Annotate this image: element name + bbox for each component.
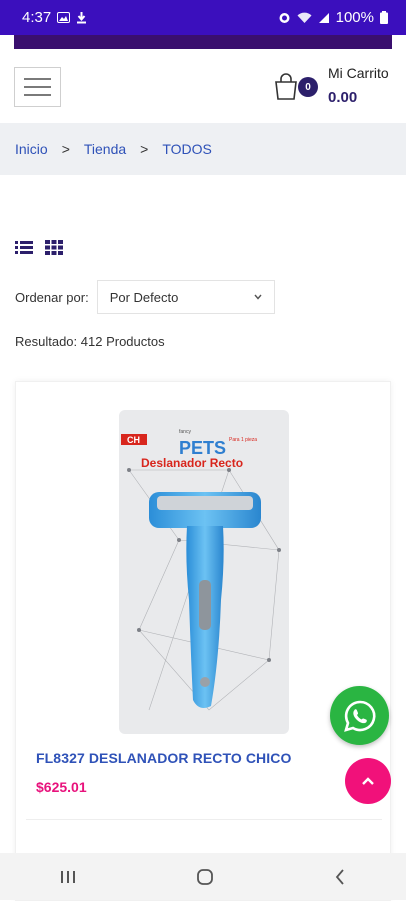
chevron-down-icon [254,294,262,300]
wifi-icon [297,12,312,23]
sort-select-value: Por Defecto [109,289,179,305]
hamburger-line [24,94,51,96]
whatsapp-icon [343,700,375,732]
breadcrumb: Inicio > Tienda > TODOS [0,123,406,175]
cart-label[interactable]: Mi Carrito [328,65,389,81]
package-badge: CH [127,435,140,445]
list-view-icon[interactable] [15,240,33,255]
cart-button[interactable]: 0 [272,69,322,109]
sort-select[interactable]: Por Defecto [96,280,275,314]
hamburger-icon [24,78,51,80]
download-notification-icon [77,12,87,24]
card-divider [26,819,382,820]
product-name[interactable]: FL8327 DESLANADOR RECTO CHICO [36,750,291,766]
breadcrumb-separator: > [61,141,70,157]
status-time: 4:37 [22,9,52,26]
view-toggle-group [15,240,63,255]
battery-icon [380,11,388,24]
grid-view-icon[interactable] [45,240,63,255]
alarm-icon [279,13,290,23]
sort-row: Ordenar por: Por Defecto [15,280,275,314]
breadcrumb-home[interactable]: Inicio [15,141,48,157]
breadcrumb-store[interactable]: Tienda [84,141,126,157]
package-title: Deslanador Recto [141,456,243,470]
image-notification-icon [57,12,71,23]
package-side-note: Para 1 pieza [229,437,257,443]
result-count: Resultado: 412 Productos [15,334,165,349]
sort-label: Ordenar por: [15,289,89,305]
home-icon[interactable] [196,868,214,886]
breadcrumb-separator: > [140,141,149,157]
recent-apps-icon[interactable] [59,869,77,885]
cart-total[interactable]: 0.00 [328,89,357,106]
shopping-bag-icon [275,73,297,100]
status-bar: 4:37 100% [0,0,406,35]
top-banner-strip [14,35,392,49]
signal-icon [318,12,329,23]
product-card[interactable]: CH fancy PETS Para 1 pieza Deslanador Re… [15,381,391,901]
cart-count-badge: 0 [298,77,318,97]
whatsapp-button[interactable] [330,686,389,745]
breadcrumb-current[interactable]: TODOS [162,141,212,157]
hamburger-line [24,86,51,88]
hamburger-menu-button[interactable] [14,67,61,107]
chevron-up-icon [362,777,374,785]
site-header: 0 Mi Carrito 0.00 [0,49,406,123]
product-image[interactable]: CH fancy PETS Para 1 pieza Deslanador Re… [119,410,289,734]
scroll-top-button[interactable] [345,758,391,804]
product-price: $625.01 [36,779,87,795]
package-brand: PETS [179,438,226,458]
package-brand-prefix: fancy [179,429,191,435]
battery-percent: 100% [335,9,374,26]
system-nav-bar [0,853,406,900]
back-icon[interactable] [333,868,347,886]
